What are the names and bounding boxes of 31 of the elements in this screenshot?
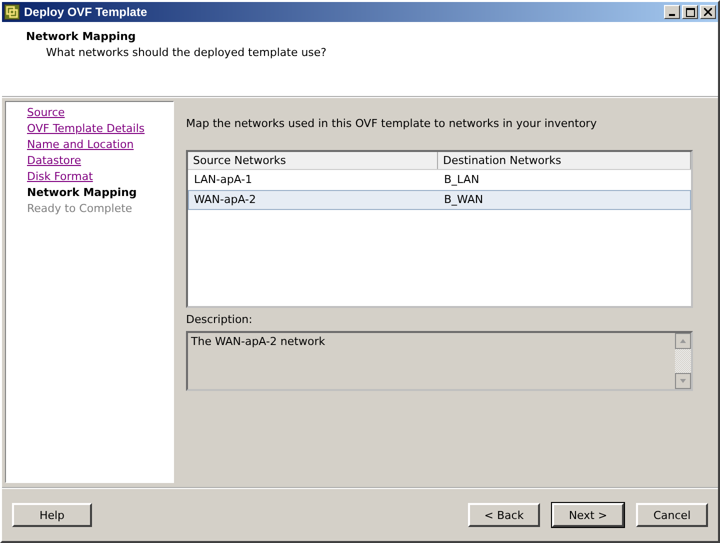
page-title: Network Mapping <box>26 30 137 43</box>
close-button[interactable] <box>700 5 716 19</box>
dialog-button[interactable]: Help <box>12 503 92 527</box>
description-label: Description: <box>186 313 254 326</box>
maximize-button[interactable] <box>682 5 698 19</box>
table-cell-text: B_LAN <box>443 172 480 188</box>
step-item: Network Mapping <box>27 185 138 201</box>
table-row[interactable]: LAN-apA-1 B_LAN <box>188 170 691 190</box>
column-header[interactable]: Destination Networks <box>438 152 691 169</box>
maximize-icon <box>686 8 694 16</box>
window-title: Deploy OVF Template <box>24 5 148 19</box>
dialog-button[interactable]: Next > <box>552 503 624 527</box>
table-cell-text: WAN-apA-2 <box>193 192 257 208</box>
step-item[interactable]: OVF Template Details <box>27 121 173 137</box>
step-item[interactable]: Source <box>27 105 173 121</box>
step-item: Ready to Complete <box>27 201 134 217</box>
step-item[interactable]: Disk Format <box>27 169 173 185</box>
dialog-button[interactable]: < Back <box>468 503 540 527</box>
dialog-button[interactable]: Cancel <box>636 503 708 527</box>
step-item[interactable]: Name and Location <box>27 137 173 153</box>
table-cell-text: B_WAN <box>443 192 484 208</box>
close-icon <box>704 8 712 16</box>
page-subtitle: What networks should the deployed template use? <box>45 46 328 59</box>
description-text: The WAN-apA-2 network <box>190 334 326 350</box>
table-row[interactable]: WAN-apA-2 B_WAN <box>188 190 691 210</box>
table-cell-text: LAN-apA-1 <box>193 172 254 188</box>
instruction-text: Map the networks used in this OVF template to networks in your inventory <box>186 117 598 130</box>
app-icon <box>4 4 20 20</box>
column-header[interactable]: Source Networks <box>188 152 438 169</box>
minimize-button[interactable] <box>664 5 680 19</box>
step-item[interactable]: Datastore <box>27 153 173 169</box>
